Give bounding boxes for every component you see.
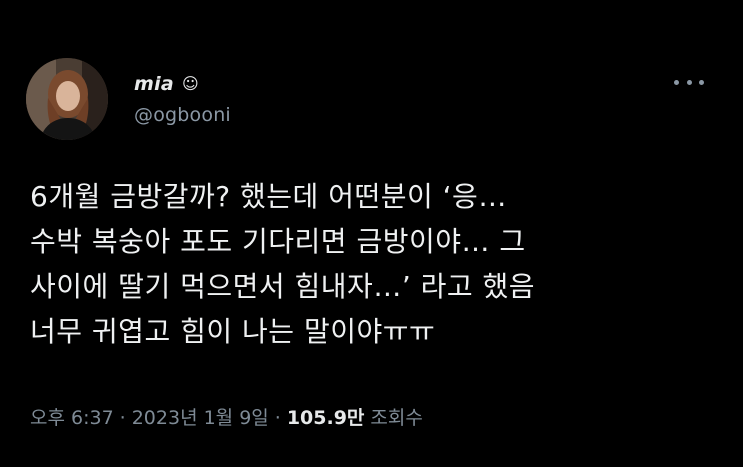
tweet-text-line: 6개월 금방갈까? 했는데 어떤분이 ‘응… — [30, 180, 507, 213]
more-horizontal-icon-dot — [686, 79, 692, 85]
tweet-time[interactable]: 오후 6:37 — [30, 403, 114, 430]
meta-separator: · — [274, 407, 281, 429]
user-handle[interactable]: @ogbooni — [134, 104, 231, 126]
display-name-row: mia ☺ — [134, 70, 231, 98]
smiley-icon: ☺ — [182, 74, 199, 93]
tweet-text: 6개월 금방갈까? 했는데 어떤분이 ‘응… 수박 복숭아 포도 기다리면 금방… — [30, 174, 730, 354]
more-horizontal-icon-dot — [699, 79, 704, 85]
display-name[interactable]: mia — [134, 73, 174, 95]
more-horizontal-icon — [674, 79, 679, 85]
tweet: mia ☺ @ogbooni 6개월 금방갈까? 했는데 어떤분이 ‘응… 수박… — [0, 0, 743, 467]
tweet-text-line: 너무 귀엽고 힘이 나는 말이야ㅠㅠ — [30, 315, 436, 348]
avatar[interactable] — [26, 58, 108, 140]
tweet-text-line: 사이에 딸기 먹으면서 힘내자…’ 라고 했음 — [30, 270, 536, 303]
views-label: 조회수 — [370, 407, 423, 429]
tweet-meta: 오후 6:37 · 2023년 1월 9일 · 105.9만 조회수 — [30, 403, 423, 430]
meta-separator: · — [119, 407, 126, 429]
more-options-button[interactable] — [674, 74, 704, 90]
views-count[interactable]: 105.9만 — [287, 403, 365, 430]
tweet-date[interactable]: 2023년 1월 9일 — [132, 403, 269, 430]
tweet-text-line: 수박 복숭아 포도 기다리면 금방이야… 그 — [30, 225, 526, 258]
user-info: mia ☺ @ogbooni — [134, 70, 231, 126]
avatar-image — [26, 58, 108, 140]
